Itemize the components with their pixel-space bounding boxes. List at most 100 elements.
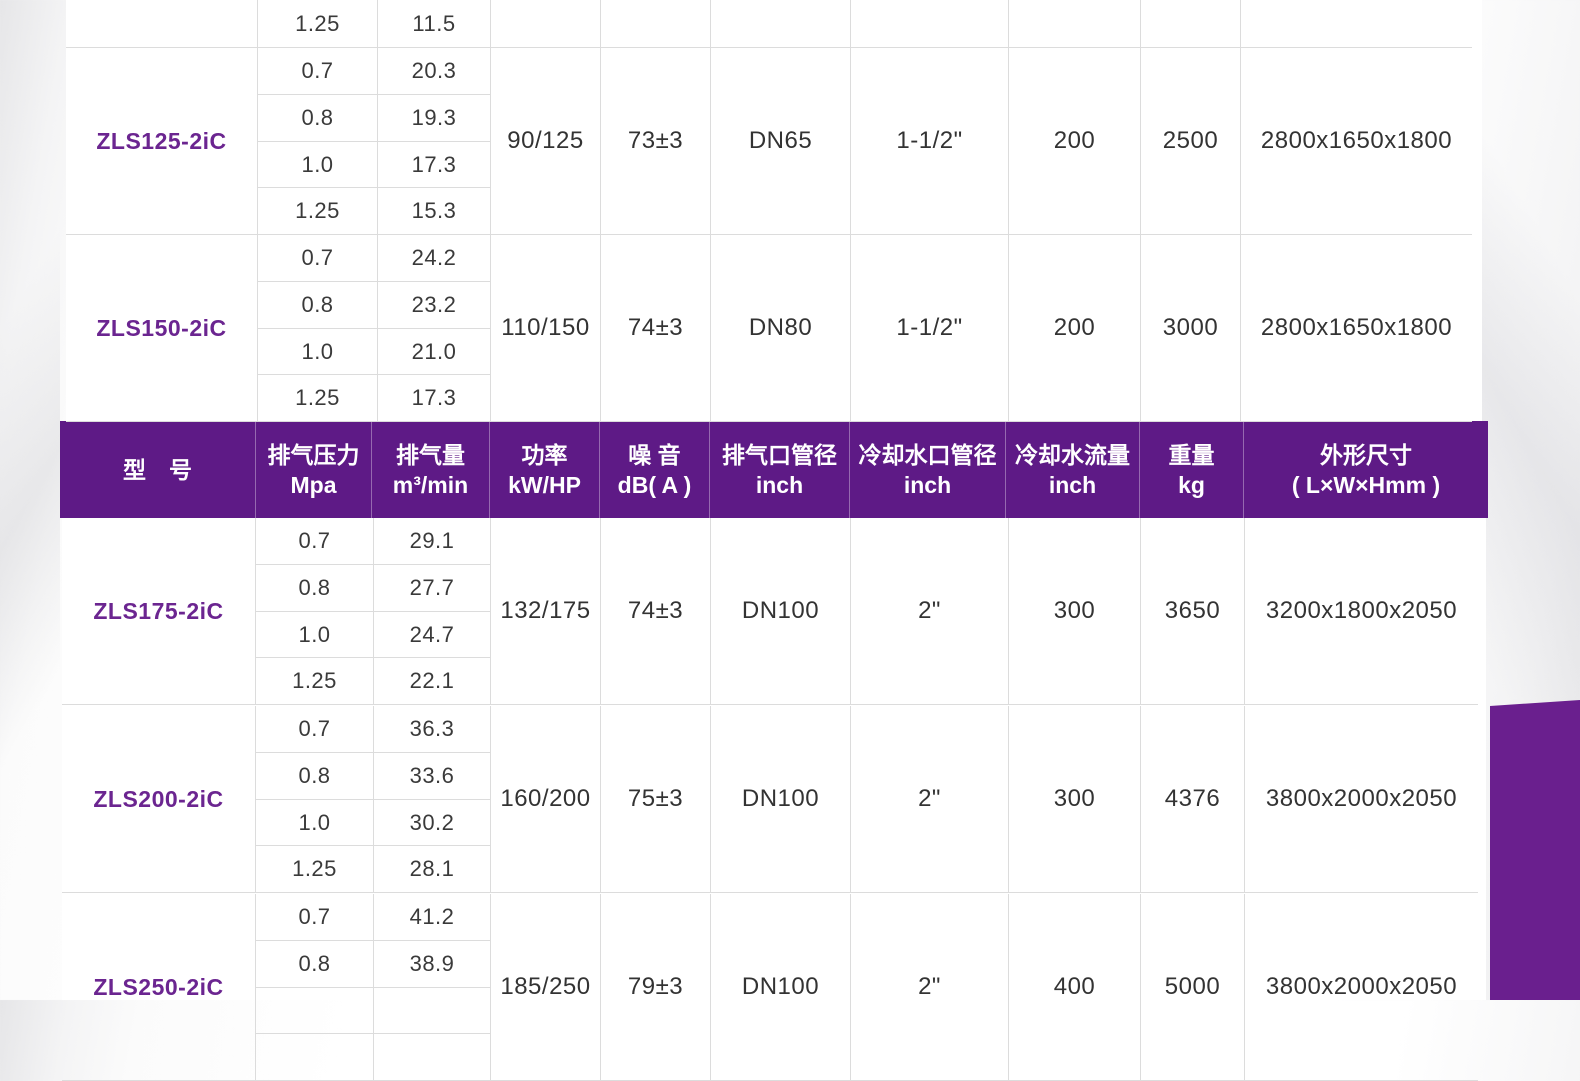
flow-cell: 20.3 [378, 48, 491, 95]
pressure-cell: 0.8 [256, 753, 374, 800]
flow-cell: 17.3 [378, 375, 491, 422]
water-flow-cell: 200 [1009, 235, 1141, 422]
water-flow-cell: 200 [1009, 48, 1141, 235]
header-cell: 排气口管径 inch [710, 421, 850, 518]
size-cell: 3800x2000x2050 [1245, 706, 1478, 893]
flow-cell: 19.3 [378, 95, 491, 142]
pressure-cell: 0.7 [256, 706, 374, 753]
pressure-cell: 1.25 [258, 375, 378, 422]
flow-cell: 17.3 [378, 142, 491, 188]
header-unit: dB( A ) [617, 471, 692, 498]
flow-cell: 21.0 [378, 329, 491, 375]
header-unit: kW/HP [508, 471, 581, 498]
flow-cell: 15.3 [378, 188, 491, 235]
power-cell: 160/200 [491, 706, 601, 893]
power-cell: 132/175 [491, 518, 601, 705]
water-pipe-cell: 1-1/2" [851, 235, 1009, 422]
weight-cell: 3000 [1141, 235, 1241, 422]
flow-cell: 24.2 [378, 235, 491, 282]
model-cell: ZLS200-2iC [62, 706, 256, 893]
header-label: 型 号 [123, 456, 192, 483]
header-cell: 功率 kW/HP [490, 421, 600, 518]
pressure-cell: 0.8 [258, 95, 378, 142]
header-cell: 重量 kg [1140, 421, 1244, 518]
pressure-cell: 0.8 [256, 565, 374, 612]
pressure-cell: 0.7 [256, 894, 374, 941]
noise-cell: 73±3 [601, 48, 711, 235]
water-pipe-cell: 2" [851, 894, 1009, 1081]
model-cell: ZLS250-2iC [62, 894, 256, 1081]
water-flow-cell: 400 [1009, 894, 1141, 1081]
water-pipe-cell: 2" [851, 518, 1009, 705]
noise-cell: 75±3 [601, 706, 711, 893]
header-label: 排气量 [396, 441, 465, 468]
model-cell: ZLS125-2iC [66, 48, 258, 235]
noise-cell: 79±3 [601, 894, 711, 1081]
outlet-cell: DN100 [711, 518, 851, 705]
pressure-cell: 0.8 [258, 282, 378, 329]
weight-cell: 2500 [1141, 48, 1241, 235]
header-label: 外形尺寸 [1320, 441, 1412, 468]
weight-cell [1141, 0, 1241, 48]
pressure-cell: 0.7 [258, 235, 378, 282]
flow-cell [374, 988, 491, 1034]
water-pipe-cell: 1-1/2" [851, 48, 1009, 235]
water-flow-cell: 300 [1009, 706, 1141, 893]
model-cell [66, 0, 258, 48]
size-cell: 3200x1800x2050 [1245, 518, 1478, 705]
header-unit: inch [1048, 471, 1097, 498]
pressure-cell: 1.0 [258, 142, 378, 188]
header-label: 重量 [1168, 441, 1215, 468]
table-header-row: 型 号 排气压力 Mpa 排气量 m³/min 功率 kW/HP 噪 音 dB( A ) 排气口管… [60, 421, 1488, 518]
header-label: 冷却水口管径 [858, 441, 997, 468]
spec-table: 型 号 排气压力 Mpa 排气量 m³/min 功率 kW/HP 噪 音 dB( A ) 排气口管… [0, 0, 1580, 1081]
pressure-cell [256, 1034, 374, 1081]
model-cell: ZLS175-2iC [62, 518, 256, 705]
header-label: 噪 音 [628, 441, 681, 468]
pressure-cell [256, 988, 374, 1034]
flow-cell: 23.2 [378, 282, 491, 329]
flow-cell: 27.7 [374, 565, 491, 612]
header-label: 排气口管径 [722, 441, 837, 468]
pressure-cell: 0.8 [256, 941, 374, 988]
pressure-cell: 1.0 [256, 800, 374, 846]
size-cell: 2800x1650x1800 [1241, 235, 1472, 422]
header-cell: 排气压力 Mpa [256, 421, 372, 518]
flow-cell: 22.1 [374, 658, 491, 705]
weight-cell: 4376 [1141, 706, 1245, 893]
pressure-cell: 1.25 [258, 0, 378, 48]
power-cell: 110/150 [491, 235, 601, 422]
flow-cell: 24.7 [374, 612, 491, 658]
flow-cell: 11.5 [378, 0, 491, 48]
header-unit: m³/min [392, 471, 469, 498]
header-cell: 排气量 m³/min [372, 421, 490, 518]
flow-cell: 38.9 [374, 941, 491, 988]
size-cell: 3800x2000x2050 [1245, 894, 1478, 1081]
noise-cell: 74±3 [601, 518, 711, 705]
header-unit: inch [755, 471, 804, 498]
size-cell: 2800x1650x1800 [1241, 48, 1472, 235]
header-cell: 型 号 [60, 421, 256, 518]
pressure-cell: 1.0 [256, 612, 374, 658]
header-unit: inch [903, 471, 952, 498]
water-pipe-cell: 2" [851, 706, 1009, 893]
size-cell [1241, 0, 1472, 48]
weight-cell: 3650 [1141, 518, 1245, 705]
pressure-cell: 1.25 [258, 188, 378, 235]
power-cell [491, 0, 601, 48]
header-label: 冷却水流量 [1015, 441, 1130, 468]
water-pipe-cell [851, 0, 1009, 48]
flow-cell: 41.2 [374, 894, 491, 941]
flow-cell [374, 1034, 491, 1081]
header-cell: 冷却水口管径 inch [850, 421, 1006, 518]
pressure-cell: 1.25 [256, 658, 374, 705]
header-unit: ( L×W×Hmm ) [1291, 471, 1441, 498]
header-unit: kg [1178, 471, 1205, 498]
weight-cell: 5000 [1141, 894, 1245, 1081]
flow-cell: 36.3 [374, 706, 491, 753]
pressure-cell: 1.0 [258, 329, 378, 375]
outlet-cell: DN100 [711, 894, 851, 1081]
outlet-cell [711, 0, 851, 48]
header-label: 功率 [521, 441, 568, 468]
noise-cell [601, 0, 711, 48]
